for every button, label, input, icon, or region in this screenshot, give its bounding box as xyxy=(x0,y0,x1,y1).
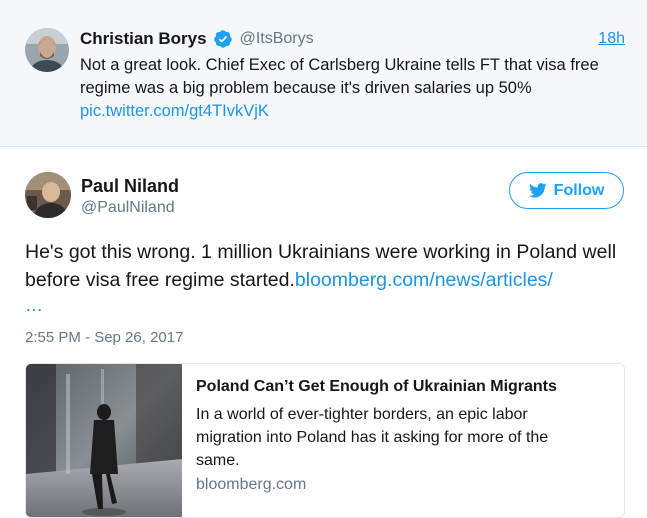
quoted-author-avatar[interactable] xyxy=(25,28,69,72)
card-thumbnail[interactable] xyxy=(26,364,182,517)
author-name[interactable]: Paul Niland xyxy=(81,176,179,197)
tweet-text: He's got this wrong. 1 million Ukrainian… xyxy=(25,238,625,316)
quoted-tweet-body: Not a great look. Chief Exec of Carlsber… xyxy=(80,56,599,97)
quoted-author-name[interactable]: Christian Borys xyxy=(80,29,207,49)
twitter-bird-icon xyxy=(528,183,547,198)
follow-button[interactable]: Follow xyxy=(509,172,624,209)
tweet-article-link[interactable]: bloomberg.com/news/articles/ xyxy=(295,269,553,291)
card-domain: bloomberg.com xyxy=(196,476,307,493)
link-card[interactable]: Poland Can’t Get Enough of Ukrainian Mig… xyxy=(25,363,625,518)
verified-badge-icon xyxy=(213,29,233,49)
quoted-tweet-pic-link[interactable]: pic.twitter.com/gt4TIvkVjK xyxy=(80,102,269,120)
author-avatar[interactable] xyxy=(25,172,71,218)
quoted-author-handle[interactable]: @ItsBorys xyxy=(240,30,314,48)
card-description: In a world of ever-tighter borders, an e… xyxy=(196,406,549,469)
follow-button-label: Follow xyxy=(553,181,605,199)
card-title[interactable]: Poland Can’t Get Enough of Ukrainian Mig… xyxy=(196,378,596,396)
quoted-tweet[interactable]: Christian Borys @ItsBorys 18h Not a grea… xyxy=(0,0,647,147)
quoted-tweet-text: Not a great look. Chief Exec of Carlsber… xyxy=(80,54,620,123)
tweet-link-ellipsis[interactable]: … xyxy=(25,294,625,316)
tweet-timestamp[interactable]: 2:55 PM - Sep 26, 2017 xyxy=(25,329,183,346)
quoted-tweet-time[interactable]: 18h xyxy=(598,30,625,48)
author-handle[interactable]: @PaulNiland xyxy=(81,199,175,217)
